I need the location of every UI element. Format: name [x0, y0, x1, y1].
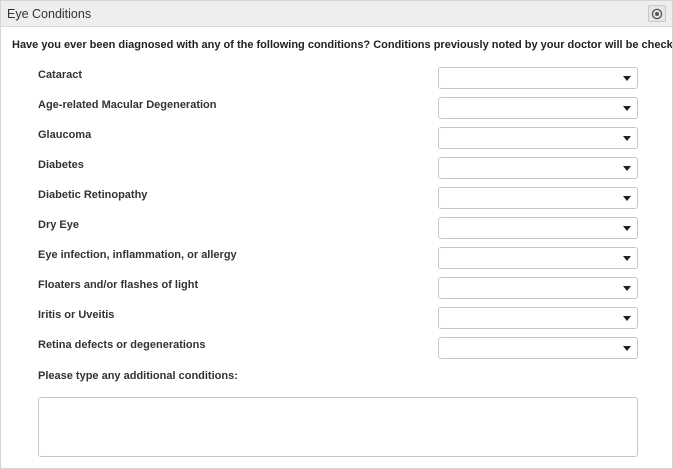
condition-select-glaucoma[interactable]	[438, 127, 638, 149]
dropdown-caret-icon	[623, 106, 631, 111]
condition-select-diabetic-retinopathy[interactable]	[438, 187, 638, 209]
dropdown-caret-icon	[623, 316, 631, 321]
dropdown-caret-icon	[623, 286, 631, 291]
eye-conditions-panel: Eye Conditions Have you ever been diagno…	[0, 0, 673, 469]
condition-select-retina-defects[interactable]	[438, 337, 638, 359]
condition-label: Eye infection, inflammation, or allergy	[38, 249, 237, 261]
condition-label: Age-related Macular Degeneration	[38, 99, 217, 111]
condition-select-cataract[interactable]	[438, 67, 638, 89]
condition-select-dry-eye[interactable]	[438, 217, 638, 239]
panel-title: Eye Conditions	[7, 7, 92, 21]
dropdown-caret-icon	[623, 196, 631, 201]
condition-label: Cataract	[38, 69, 83, 81]
condition-label: Retina defects or degenerations	[38, 339, 206, 351]
dropdown-caret-icon	[623, 346, 631, 351]
dropdown-caret-icon	[623, 76, 631, 81]
condition-label: Diabetes	[38, 159, 84, 171]
condition-label: Glaucoma	[38, 129, 92, 141]
condition-label: Dry Eye	[38, 219, 79, 231]
additional-conditions-label: Please type any additional conditions:	[38, 370, 238, 382]
collapse-circle-icon	[651, 8, 663, 20]
condition-select-amd[interactable]	[438, 97, 638, 119]
condition-label: Iritis or Uveitis	[38, 309, 115, 321]
dropdown-caret-icon	[623, 136, 631, 141]
condition-select-eye-infection[interactable]	[438, 247, 638, 269]
dropdown-caret-icon	[623, 166, 631, 171]
condition-select-diabetes[interactable]	[438, 157, 638, 179]
additional-conditions-textarea[interactable]	[38, 397, 638, 457]
dropdown-caret-icon	[623, 256, 631, 261]
condition-label: Floaters and/or flashes of light	[38, 279, 199, 291]
collapse-button[interactable]	[648, 5, 666, 22]
panel-header: Eye Conditions	[1, 1, 672, 27]
conditions-question: Have you ever been diagnosed with any of…	[12, 39, 672, 51]
condition-select-floaters[interactable]	[438, 277, 638, 299]
dropdown-caret-icon	[623, 226, 631, 231]
condition-label: Diabetic Retinopathy	[38, 189, 148, 201]
condition-select-iritis[interactable]	[438, 307, 638, 329]
